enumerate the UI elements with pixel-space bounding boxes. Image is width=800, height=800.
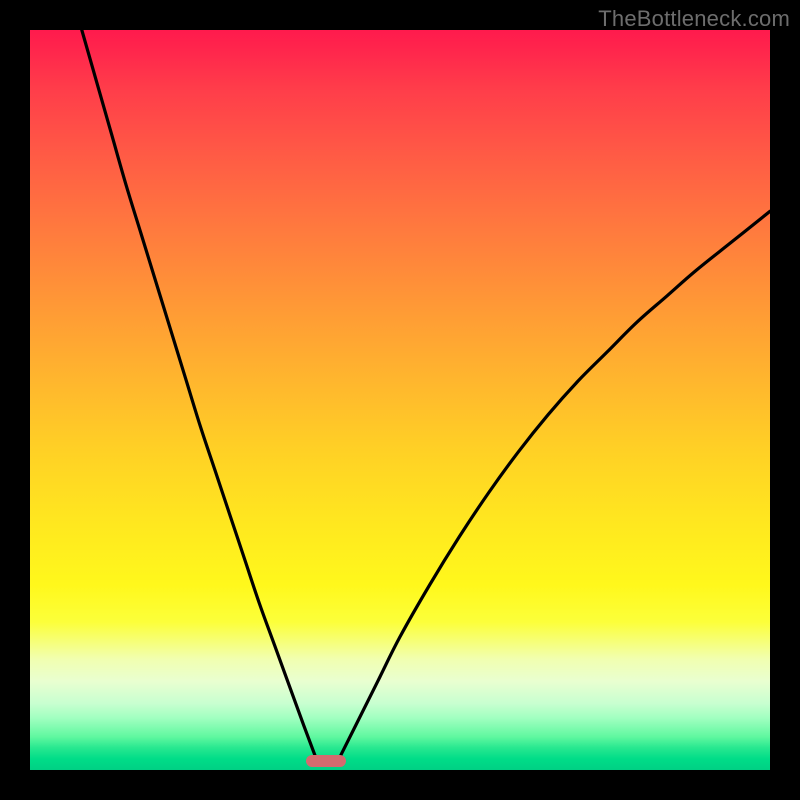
chart-frame: TheBottleneck.com (0, 0, 800, 800)
watermark-text: TheBottleneck.com (598, 6, 790, 32)
curves-svg (30, 30, 770, 770)
left-curve (82, 30, 315, 755)
right-curve (341, 211, 770, 755)
plot-area (30, 30, 770, 770)
bottleneck-marker (306, 755, 346, 767)
